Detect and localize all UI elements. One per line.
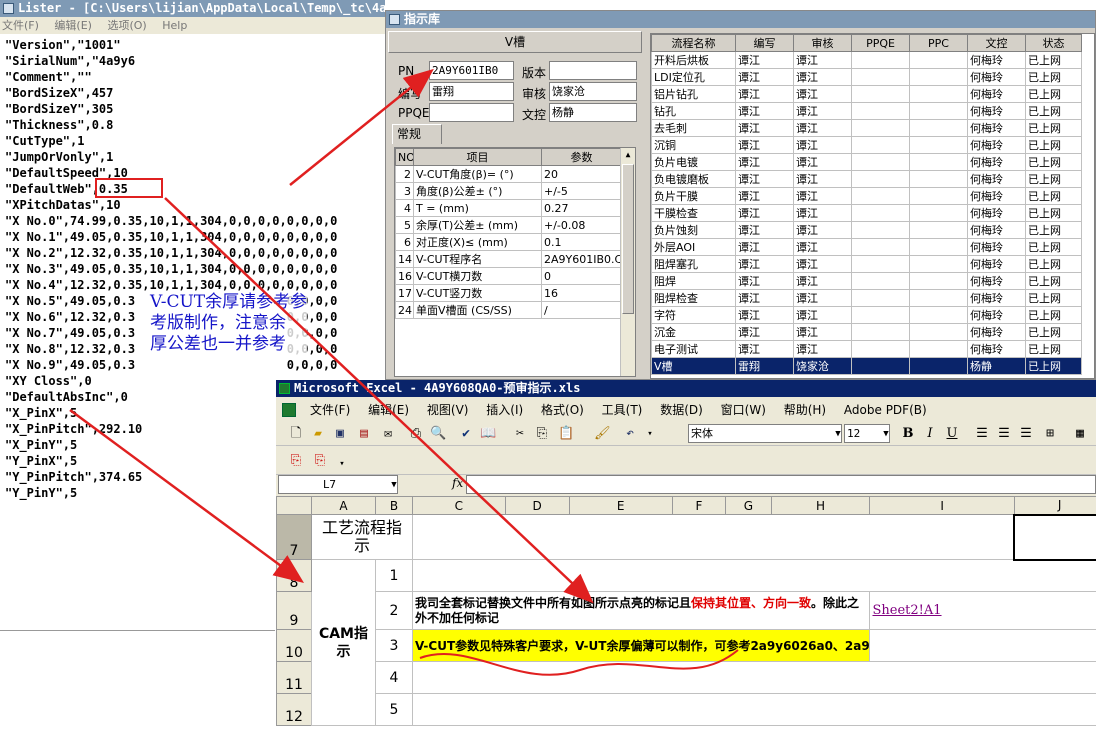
- annotation-overlay: [0, 0, 1096, 735]
- underline-scribble: [420, 650, 738, 675]
- arrow-to-pn: [290, 72, 430, 185]
- arrow-to-excel: [70, 410, 300, 580]
- arrow-to-row10: [165, 198, 590, 600]
